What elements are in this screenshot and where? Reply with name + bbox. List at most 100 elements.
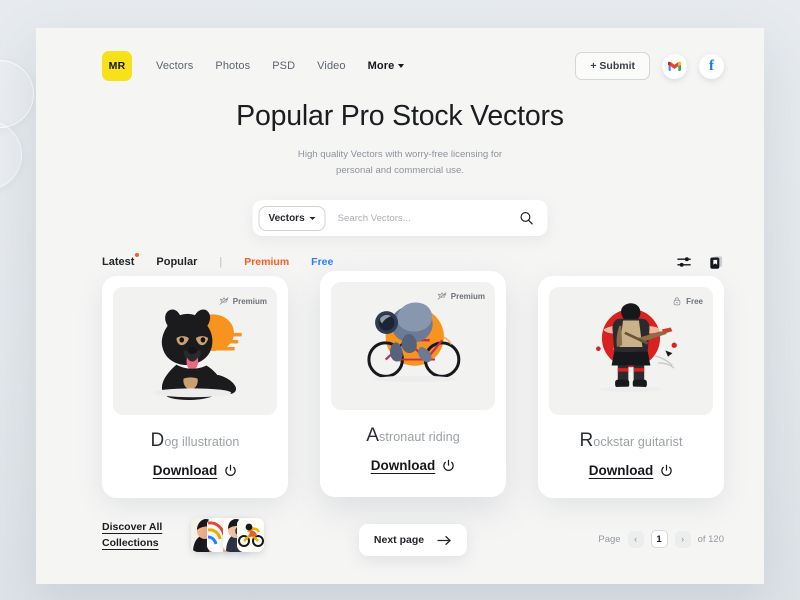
download-label: Download	[152, 463, 218, 478]
filter-divider: |	[219, 256, 223, 268]
vector-card[interactable]: Premium	[320, 271, 506, 497]
pagination-label: Page	[598, 533, 621, 545]
collection-thumb-art	[237, 518, 264, 552]
sliders-glyph	[677, 257, 691, 267]
chevron-down-icon	[309, 216, 316, 220]
page-panel: MR Vectors Photos PSD Video More + Submi…	[36, 28, 764, 584]
chevron-left-icon[interactable]: ‹	[627, 530, 644, 548]
chevron-right-icon[interactable]: ›	[674, 530, 691, 548]
search-bar: Vectors	[252, 200, 548, 236]
hero-section: Popular Pro Stock Vectors High quality V…	[36, 100, 764, 179]
category-select[interactable]: Vectors	[258, 205, 326, 231]
screen: MR Vectors Photos PSD Video More + Submi…	[0, 0, 800, 600]
new-badge-dot-icon	[135, 253, 140, 257]
sliders-icon[interactable]	[677, 255, 692, 269]
card-thumbnail[interactable]: Premium	[113, 287, 277, 415]
card-title-initial: D	[150, 430, 165, 451]
nav-item-photos[interactable]: Photos	[215, 60, 250, 72]
next-page-label: Next page	[373, 534, 425, 546]
card-title: Astronaut riding	[331, 425, 495, 447]
power-download-icon	[443, 459, 454, 471]
collection-thumbnails[interactable]	[191, 518, 264, 552]
decorative-circle-bottom	[0, 120, 22, 190]
vector-card-grid: Premium Dog illustration Download Premiu…	[102, 271, 724, 498]
status-badge: Premium	[219, 296, 267, 306]
status-badge-label: Premium	[450, 291, 485, 301]
chevron-down-icon	[398, 64, 405, 68]
filter-premium[interactable]: Premium	[244, 256, 289, 268]
header-actions: + Submit f	[575, 52, 724, 80]
card-title-rest: stronaut riding	[379, 430, 460, 444]
collection-thumb[interactable]	[237, 518, 264, 552]
card-title: Rockstar guitarist	[549, 430, 713, 452]
hero-subtitle-line1: High quality Vectors with worry-free lic…	[297, 149, 503, 160]
facebook-icon[interactable]: f	[699, 53, 724, 79]
card-title-initial: R	[579, 430, 594, 451]
site-header: MR Vectors Photos PSD Video More + Submi…	[36, 28, 764, 104]
total-pages-label: of 120	[697, 533, 724, 545]
vector-card[interactable]: Premium	[102, 276, 288, 498]
submit-button[interactable]: + Submit	[575, 52, 650, 80]
nav-item-more[interactable]: More	[368, 60, 405, 72]
collections-glyph	[710, 255, 723, 269]
filter-latest-label: Latest	[102, 256, 135, 268]
nav-label: More	[367, 60, 395, 72]
card-title: Dog illustration	[113, 430, 277, 452]
next-page-button[interactable]: Next page	[359, 524, 467, 556]
filter-tools	[677, 255, 724, 270]
arrow-right-icon	[437, 535, 451, 545]
power-download-icon	[225, 464, 236, 476]
nav-label: PSD	[272, 60, 296, 72]
gmail-glyph	[668, 61, 681, 71]
nav-item-vectors[interactable]: Vectors	[156, 60, 193, 72]
nav-label: Photos	[215, 60, 251, 72]
discover-line2: Collections	[102, 537, 159, 549]
download-label: Download	[370, 458, 436, 473]
card-thumbnail[interactable]: Premium	[331, 282, 495, 410]
brand-logo-text: MR	[108, 60, 126, 72]
collections-bookmark-icon[interactable]	[709, 255, 724, 270]
vector-card[interactable]: Free Rockstar guitarist Download	[538, 276, 724, 498]
filter-popular[interactable]: Popular	[156, 256, 197, 268]
status-badge-label: Premium	[232, 296, 267, 306]
brand-logo[interactable]: MR	[102, 51, 132, 81]
search-icon[interactable]	[520, 211, 534, 225]
filter-free[interactable]: Free	[311, 256, 333, 268]
filter-popular-label: Popular	[156, 256, 198, 268]
download-button[interactable]: Download	[331, 458, 495, 473]
hero-subtitle-line2: personal and commercial use.	[336, 164, 464, 176]
power-download-icon	[661, 464, 672, 476]
nav-item-video[interactable]: Video	[317, 60, 345, 72]
nav-item-psd[interactable]: PSD	[272, 60, 295, 72]
download-button[interactable]: Download	[113, 463, 277, 478]
filter-latest[interactable]: Latest	[102, 253, 140, 268]
search-glyph	[520, 212, 533, 225]
download-button[interactable]: Download	[549, 463, 713, 478]
hero-subtitle: High quality Vectors with worry-free lic…	[36, 147, 764, 179]
nav-label: Video	[317, 60, 346, 72]
status-badge: Premium	[437, 291, 485, 301]
nav-label: Vectors	[156, 60, 194, 72]
card-thumbnail[interactable]: Free	[549, 287, 713, 415]
category-select-value: Vectors	[268, 212, 305, 224]
status-badge-label: Free	[686, 296, 703, 306]
discover-line1: Discover All	[102, 520, 163, 533]
decorative-circle-top	[0, 60, 34, 128]
pagination: Page ‹ 1 › of 120	[598, 530, 724, 548]
gmail-icon[interactable]	[662, 53, 687, 79]
main-nav: Vectors Photos PSD Video More	[156, 60, 405, 72]
footer-bar: Discover All Collections Next page Page …	[102, 508, 724, 568]
search-input[interactable]	[325, 212, 520, 224]
card-title-rest: ockstar guitarist	[593, 435, 683, 449]
crown-icon	[437, 292, 447, 300]
facebook-glyph: f	[709, 57, 714, 74]
lock-icon	[673, 297, 681, 306]
discover-collections[interactable]: Discover All Collections	[102, 518, 264, 552]
card-title-rest: og illustration	[164, 435, 240, 449]
page-title: Popular Pro Stock Vectors	[236, 100, 564, 132]
status-badge: Free	[672, 296, 703, 306]
current-page-number[interactable]: 1	[650, 530, 668, 548]
crown-icon	[219, 297, 229, 305]
download-label: Download	[588, 463, 654, 478]
card-title-initial: A	[366, 425, 380, 446]
